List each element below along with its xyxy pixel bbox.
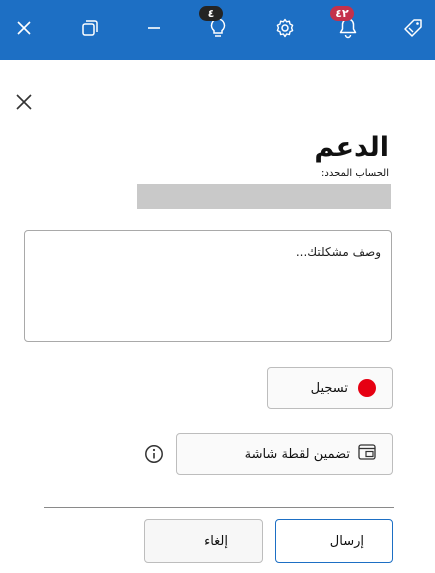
close-pane-button[interactable]: [10, 92, 38, 116]
minimize-button[interactable]: [134, 8, 174, 48]
notifications-badge: ٤٢: [330, 6, 354, 21]
tag-button[interactable]: [393, 8, 433, 48]
send-button[interactable]: إرسال: [275, 519, 393, 563]
gear-icon: [275, 18, 295, 38]
cancel-button[interactable]: إلغاء: [144, 519, 263, 563]
ideas-badge: ٤: [199, 6, 223, 21]
restore-icon: [81, 19, 99, 37]
screenshot-icon: [350, 444, 376, 464]
minimize-icon: [146, 20, 162, 36]
restore-button[interactable]: [70, 8, 110, 48]
ideas-button[interactable]: ٤: [198, 6, 238, 48]
cancel-label: إلغاء: [204, 533, 228, 549]
problem-description-input[interactable]: وصف مشكلتك...: [24, 230, 392, 342]
screenshot-label: تضمين لقطة شاشة: [244, 446, 350, 462]
record-dot-icon: [358, 379, 376, 397]
title-bar: ٤ ٤٢: [0, 0, 435, 60]
divider: [44, 507, 394, 508]
account-value-redacted: [137, 184, 391, 209]
close-window-button[interactable]: [4, 8, 44, 48]
info-icon[interactable]: [143, 443, 165, 465]
page-title: الدعم: [314, 132, 389, 163]
include-screenshot-button[interactable]: تضمين لقطة شاشة: [176, 433, 393, 475]
close-icon: [15, 93, 33, 115]
tag-icon: [403, 18, 423, 38]
record-label: تسجيل: [310, 380, 348, 396]
notifications-button[interactable]: ٤٢: [328, 6, 368, 48]
account-label: الحساب المحدد:: [321, 168, 389, 179]
settings-button[interactable]: [265, 8, 305, 48]
record-button[interactable]: تسجيل: [267, 367, 393, 409]
description-placeholder: وصف مشكلتك...: [295, 245, 381, 259]
close-icon: [16, 20, 32, 36]
send-label: إرسال: [329, 533, 364, 549]
